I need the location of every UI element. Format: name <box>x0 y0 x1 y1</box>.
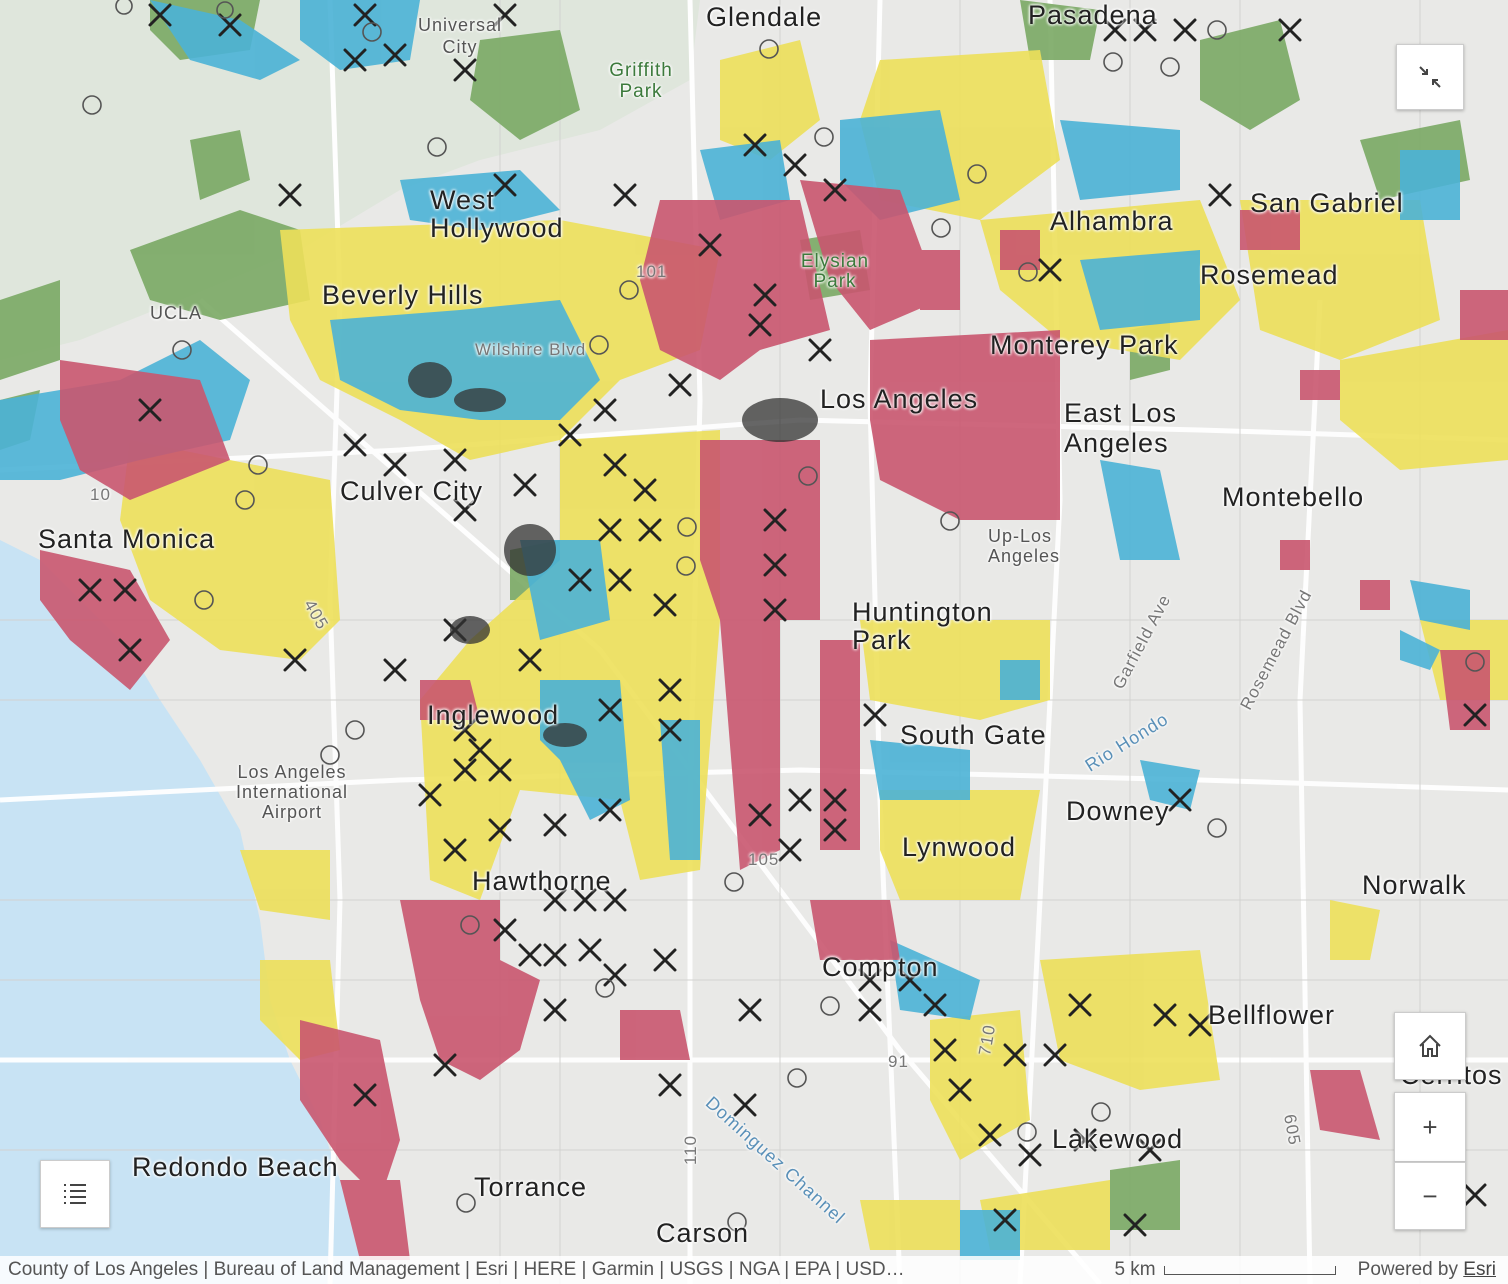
place-label-carson: Carson <box>656 1218 750 1248</box>
place-label-upper-la: Up-Los Angeles <box>988 526 1061 566</box>
place-label-santa-monica: Santa Monica <box>38 524 216 554</box>
place-label-huntington-park: Huntington Park <box>852 597 993 655</box>
scale-bar-line <box>1163 1265 1336 1275</box>
attribution-credits: County of Los Angeles | Bureau of Land M… <box>8 1259 905 1280</box>
place-label-downey: Downey <box>1066 796 1170 826</box>
collapse-arrows-icon <box>1419 66 1441 88</box>
place-label-san-gabriel: San Gabriel <box>1250 188 1404 218</box>
scale-label: 5 km <box>1114 1259 1156 1280</box>
home-icon <box>1419 1034 1441 1057</box>
place-label-griffith-park: Griffith Park <box>609 60 673 102</box>
place-label-west-hollywood: West Hollywood <box>430 185 564 243</box>
place-label-bellflower: Bellflower <box>1208 1000 1336 1030</box>
place-label-lakewood: Lakewood <box>1052 1124 1184 1154</box>
road-label-wilshire: Wilshire Blvd <box>475 340 587 359</box>
home-button[interactable] <box>1394 1012 1466 1080</box>
legend-button[interactable] <box>40 1160 110 1228</box>
highway-shield-101: 101 <box>636 262 668 281</box>
highway-shield-110: 110 <box>681 1134 701 1166</box>
place-label-lax: Los Angeles International Airport <box>235 762 349 822</box>
attribution-bar: County of Los Angeles | Bureau of Land M… <box>0 1256 1508 1284</box>
place-label-beverly-hills: Beverly Hills <box>322 280 484 310</box>
place-label-redondo-beach: Redondo Beach <box>132 1152 339 1182</box>
place-label-monterey-park: Monterey Park <box>990 330 1179 360</box>
place-label-ucla: UCLA <box>150 303 203 323</box>
place-label-alhambra: Alhambra <box>1050 206 1174 236</box>
place-label-culver-city: Culver City <box>340 476 484 506</box>
place-label-norwalk: Norwalk <box>1362 870 1467 900</box>
highway-shield-91: 91 <box>888 1052 909 1071</box>
place-label-glendale: Glendale <box>706 2 823 32</box>
place-label-east-los-angeles: East Los Angeles <box>1064 398 1178 458</box>
place-label-elysian-park: Elysian Park <box>800 251 870 292</box>
place-label-pasadena: Pasadena <box>1028 0 1158 30</box>
map-view[interactable]: Glendale Pasadena Universal City Griffit… <box>0 0 1508 1284</box>
place-label-hawthorne: Hawthorne <box>472 866 612 896</box>
powered-by: Powered by Esri <box>1358 1259 1496 1281</box>
zoom-in-button[interactable]: + <box>1394 1092 1466 1162</box>
place-label-los-angeles: Los Angeles <box>820 384 979 414</box>
place-label-lynwood: Lynwood <box>902 832 1017 862</box>
powered-by-text: Powered by <box>1357 1259 1458 1280</box>
place-label-torrance: Torrance <box>474 1172 588 1202</box>
list-icon <box>64 1184 86 1204</box>
place-label-montebello: Montebello <box>1222 482 1365 512</box>
place-label-inglewood: Inglewood <box>427 700 560 730</box>
highway-shield-10: 10 <box>90 485 111 504</box>
esri-link[interactable]: Esri <box>1463 1259 1496 1280</box>
highway-shield-105: 105 <box>748 850 780 869</box>
place-label-compton: Compton <box>822 952 939 982</box>
scale-bar: 5 km <box>1114 1259 1336 1281</box>
place-label-south-gate: South Gate <box>900 720 1047 750</box>
exit-fullscreen-button[interactable] <box>1396 44 1464 110</box>
zoom-out-button[interactable]: − <box>1394 1162 1466 1230</box>
place-label-universal-city: Universal City <box>417 15 503 57</box>
place-label-rosemead: Rosemead <box>1200 260 1339 290</box>
